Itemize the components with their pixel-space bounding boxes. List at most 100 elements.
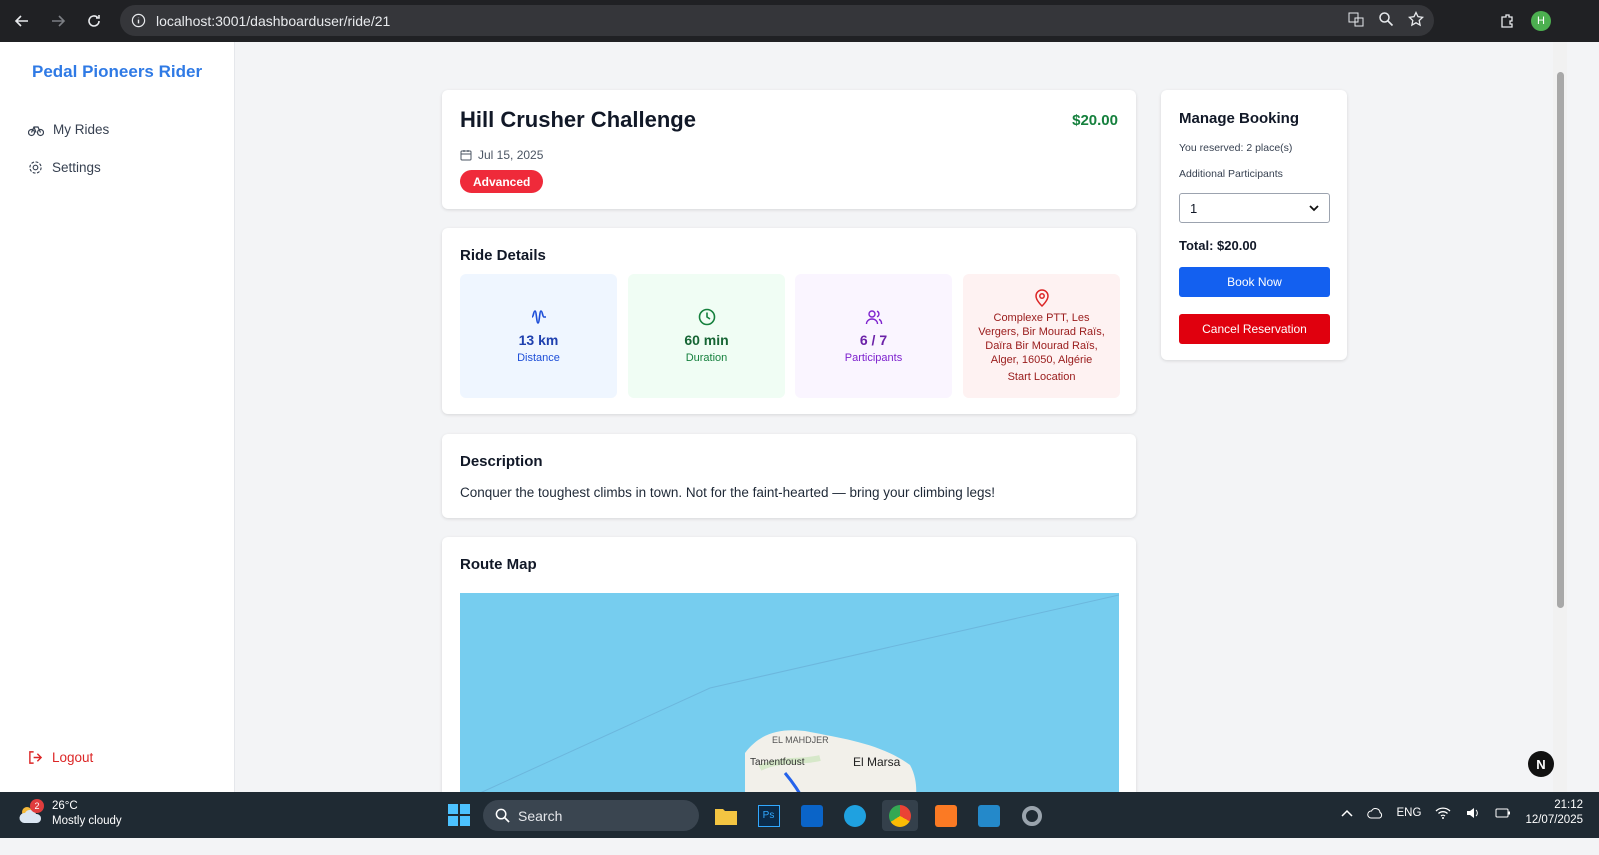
ride-details-card: Ride Details 13 km Distance 60 min Durat… [442, 228, 1136, 414]
photoshop-icon[interactable]: Ps [753, 800, 784, 831]
sidebar: Pedal Pioneers Rider My Rides Settings L… [0, 42, 235, 792]
ride-details-title: Ride Details [460, 247, 546, 264]
route-map-card: Route Map EL MAHDJER Tamentfoust El Mars… [442, 537, 1136, 807]
wifi-icon[interactable] [1435, 806, 1451, 820]
weather-widget[interactable]: 2 26°C Mostly cloudy [18, 799, 122, 829]
stat-label: Distance [517, 352, 560, 364]
profile-avatar[interactable]: H [1531, 11, 1551, 31]
clock-date: 12/07/2025 [1525, 814, 1583, 826]
stat-duration: 60 min Duration [628, 274, 785, 398]
arrow-left-icon [14, 15, 28, 27]
zoom-icon[interactable] [1378, 11, 1394, 27]
gear-icon [29, 161, 42, 174]
windows-start-button[interactable] [448, 804, 470, 831]
reload-button[interactable] [80, 7, 108, 35]
map-label-el-marsa: El Marsa [853, 755, 901, 769]
outlook-icon[interactable] [796, 800, 827, 831]
sidebar-item-label: My Rides [53, 122, 110, 137]
browser-toolbar: localhost:3001/dashboarduser/ride/21 H [0, 0, 1599, 42]
scroll-thumb[interactable] [1557, 72, 1564, 608]
ride-header-card: Hill Crusher Challenge $20.00 Jul 15, 20… [442, 90, 1136, 209]
stat-value: Complexe PTT, Les Vergers, Bir Mourad Ra… [978, 312, 1105, 366]
booking-total: Total: $20.00 [1179, 238, 1257, 253]
sidebar-item-label: Settings [52, 160, 101, 175]
language-indicator[interactable]: ENG [1397, 807, 1422, 819]
system-tray: ENG 21:12 12/07/2025 [1340, 798, 1583, 828]
select-value: 1 [1190, 200, 1198, 216]
route-map[interactable]: EL MAHDJER Tamentfoust El Marsa [460, 593, 1119, 803]
xampp-icon[interactable] [930, 800, 961, 831]
battery-icon[interactable] [1495, 806, 1511, 820]
stat-value: 6 / 7 [859, 332, 888, 348]
booking-title: Manage Booking [1179, 110, 1300, 127]
vscode-icon[interactable] [973, 800, 1004, 831]
weather-badge: 2 [30, 799, 44, 813]
description-title: Description [460, 453, 543, 470]
url-text[interactable]: localhost:3001/dashboarduser/ride/21 [156, 13, 390, 29]
reserved-text: You reserved: 2 place(s) [1179, 142, 1293, 154]
additional-participants-label: Additional Participants [1179, 168, 1283, 180]
taskbar-search[interactable]: Search [483, 800, 699, 831]
taskbar: 2 26°C Mostly cloudy Search Ps ENG 21:12… [0, 792, 1599, 838]
logout-icon [29, 751, 43, 764]
cloud-off-icon[interactable] [1366, 806, 1383, 820]
logout-button[interactable]: Logout [28, 750, 93, 765]
ride-date-text: Jul 15, 2025 [478, 148, 544, 162]
search-icon [495, 808, 510, 823]
clock-icon [698, 308, 715, 326]
users-icon [865, 310, 882, 325]
reload-icon [88, 15, 100, 27]
temperature: 26°C [52, 800, 78, 812]
ride-title: Hill Crusher Challenge [460, 107, 696, 132]
sidebar-item-my-rides[interactable]: My Rides [28, 122, 109, 137]
edge-icon[interactable] [839, 800, 870, 831]
stat-distance: 13 km Distance [460, 274, 617, 398]
volume-icon[interactable] [1465, 806, 1481, 820]
book-now-button[interactable]: Book Now [1179, 267, 1330, 297]
route-map-title: Route Map [460, 556, 537, 573]
cloud-icon: 2 [18, 799, 44, 825]
cancel-reservation-button[interactable]: Cancel Reservation [1179, 314, 1330, 344]
search-label: Search [518, 807, 563, 824]
stat-label: Participants [844, 352, 903, 364]
manage-booking-card: Manage Booking You reserved: 2 place(s) … [1161, 90, 1347, 360]
bike-icon [28, 125, 44, 136]
map-label-el-mahdjer: EL MAHDJER [772, 735, 829, 745]
forward-button[interactable] [44, 7, 72, 35]
stat-label: Start Location [1007, 371, 1076, 383]
description-text: Conquer the toughest climbs in town. Not… [460, 485, 996, 500]
map-canvas: EL MAHDJER Tamentfoust El Marsa [479, 594, 1119, 803]
ride-price: $20.00 [1072, 112, 1118, 129]
chevron-up-icon[interactable] [1340, 809, 1353, 817]
info-icon[interactable] [128, 11, 148, 31]
brand-title[interactable]: Pedal Pioneers Rider [32, 62, 202, 82]
stat-value: 13 km [518, 332, 559, 348]
translate-icon[interactable] [1348, 11, 1364, 27]
star-icon[interactable] [1408, 11, 1424, 27]
stat-participants: 6 / 7 Participants [795, 274, 952, 398]
additional-participants-select[interactable]: 1 [1179, 193, 1330, 223]
address-bar[interactable]: localhost:3001/dashboarduser/ride/21 [120, 5, 1434, 36]
description-card: Description Conquer the toughest climbs … [442, 434, 1136, 518]
stat-label: Duration [685, 352, 728, 364]
weather-condition: Mostly cloudy [52, 815, 122, 827]
level-badge: Advanced [460, 170, 544, 193]
chrome-icon[interactable] [882, 800, 918, 831]
clock[interactable]: 21:12 12/07/2025 [1525, 798, 1583, 828]
settings-app-icon[interactable] [1016, 800, 1047, 831]
map-label-tamentfoust: Tamentfoust [750, 757, 805, 768]
stat-value: 60 min [684, 332, 729, 348]
arrow-right-icon [52, 15, 66, 27]
stat-start-location: Complexe PTT, Les Vergers, Bir Mourad Ra… [963, 274, 1120, 398]
ride-date: Jul 15, 2025 [460, 148, 543, 162]
nextjs-badge[interactable]: N [1528, 751, 1554, 777]
extensions-icon[interactable] [1499, 13, 1515, 29]
sidebar-item-settings[interactable]: Settings [28, 160, 101, 175]
file-explorer-icon[interactable] [710, 800, 741, 831]
chevron-down-icon [1309, 204, 1319, 211]
back-button[interactable] [8, 7, 36, 35]
calendar-icon [460, 150, 472, 161]
page-scrollbar[interactable] [1553, 42, 1567, 792]
taskbar-apps: Ps [710, 800, 1047, 831]
logout-label: Logout [52, 750, 94, 765]
